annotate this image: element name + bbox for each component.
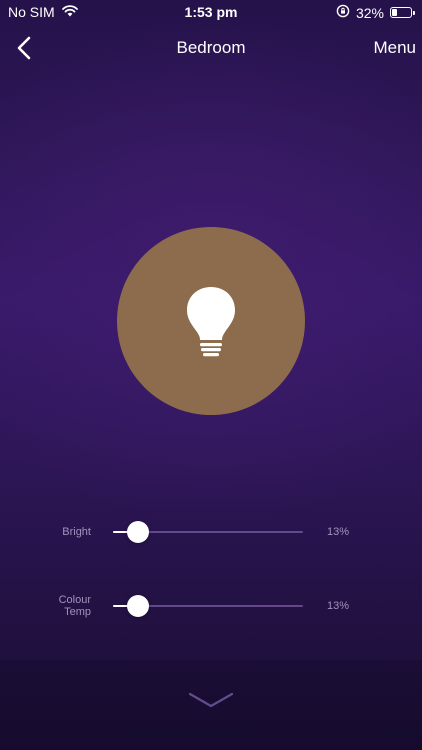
battery-icon bbox=[390, 7, 415, 18]
colour-temp-label: Colour Temp bbox=[59, 594, 91, 618]
slider-thumb[interactable] bbox=[127, 521, 149, 543]
bulb-toggle-button[interactable] bbox=[117, 227, 305, 415]
orientation-lock-icon bbox=[336, 4, 350, 21]
expand-panel-button[interactable] bbox=[188, 690, 234, 710]
chevron-down-icon bbox=[188, 692, 234, 708]
battery-level bbox=[392, 9, 397, 16]
status-bar: No SIM 1:53 pm 32% bbox=[0, 0, 422, 24]
lightbulb-icon bbox=[187, 287, 235, 357]
status-right: 32% bbox=[336, 4, 415, 21]
brightness-row: Bright 13% bbox=[0, 512, 422, 552]
navigation-bar: Bedroom Menu bbox=[0, 28, 422, 68]
brightness-value: 13% bbox=[327, 526, 350, 538]
colour-temp-row: Colour Temp 13% bbox=[0, 586, 422, 626]
colour-temp-value: 13% bbox=[327, 600, 350, 612]
slider-thumb[interactable] bbox=[127, 595, 149, 617]
colour-temp-label-line1: Colour bbox=[58, 594, 91, 606]
brightness-slider[interactable] bbox=[113, 520, 303, 544]
colour-temp-label-line2: Temp bbox=[64, 606, 91, 618]
brightness-label: Bright bbox=[62, 526, 91, 538]
colour-temp-slider[interactable] bbox=[113, 594, 303, 618]
menu-button[interactable]: Menu bbox=[373, 38, 416, 58]
battery-percent: 32% bbox=[355, 4, 384, 21]
page-title: Bedroom bbox=[176, 38, 246, 57]
bottom-panel bbox=[0, 660, 422, 750]
